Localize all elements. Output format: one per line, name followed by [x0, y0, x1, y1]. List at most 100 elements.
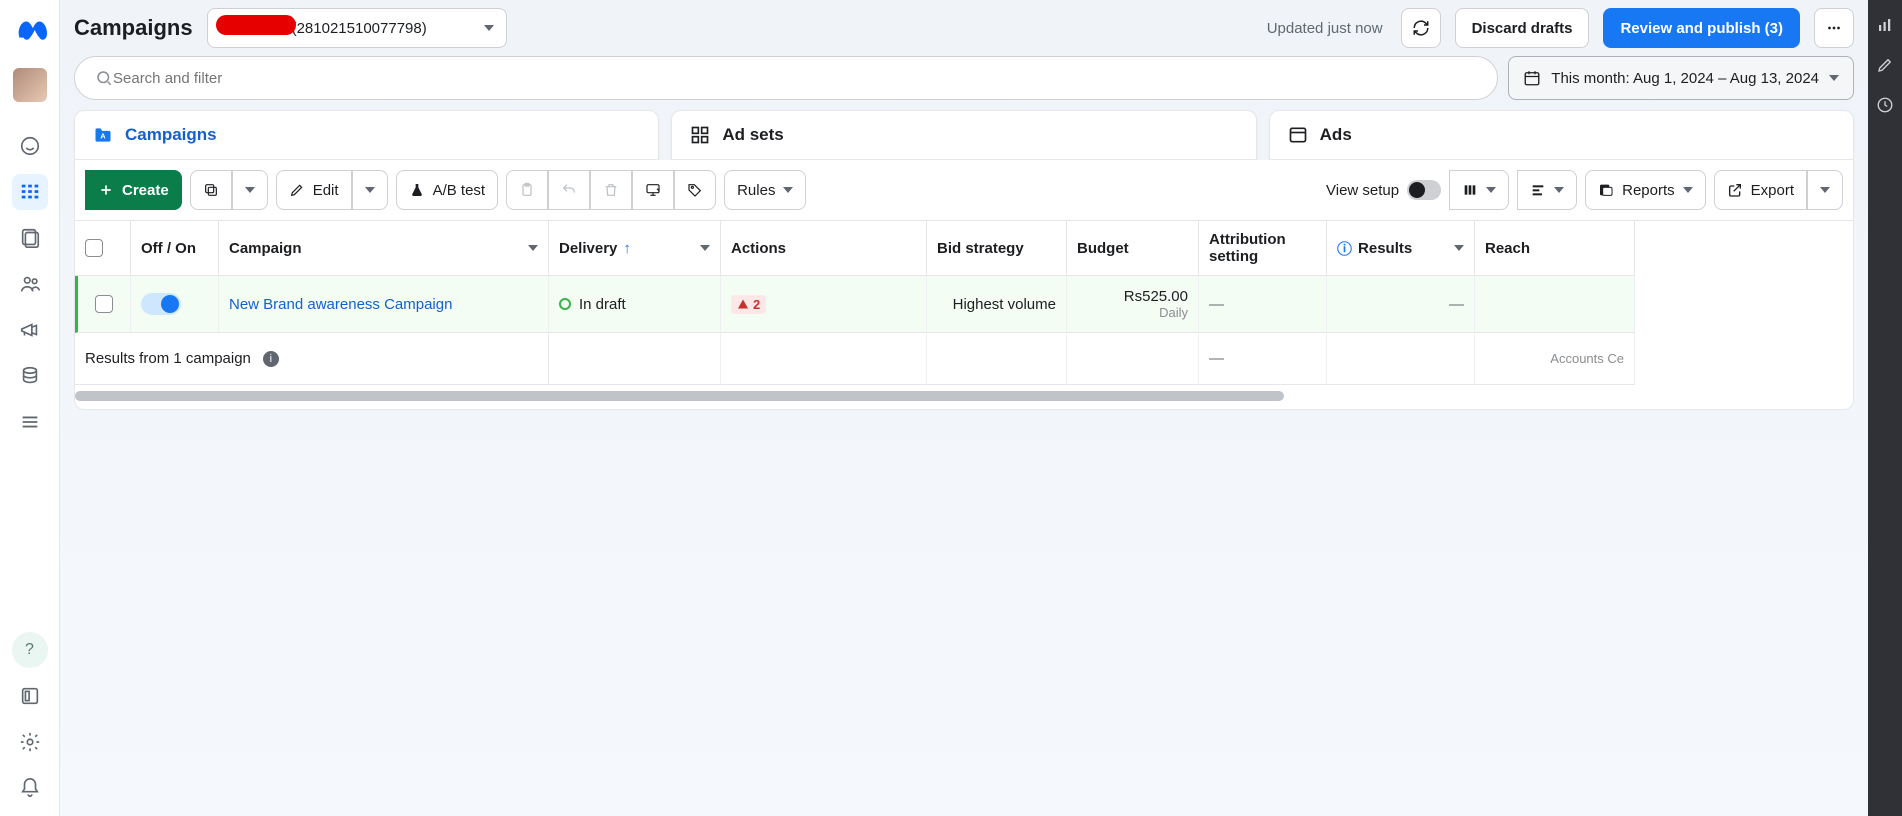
summary-delivery-cell: [549, 333, 721, 385]
search-input[interactable]: [113, 70, 1477, 87]
view-setup-toggle: View setup: [1326, 180, 1441, 200]
grid-icon: [690, 125, 710, 145]
col-attribution[interactable]: Attribution setting: [1199, 221, 1327, 276]
col-results[interactable]: ⓘResults: [1327, 221, 1475, 276]
nav-help-icon[interactable]: ?: [12, 632, 48, 668]
campaign-toggle[interactable]: [141, 293, 181, 315]
info-icon: ⓘ: [1337, 238, 1352, 259]
sort-asc-icon: ↑: [623, 240, 631, 257]
col-bid[interactable]: Bid strategy: [927, 221, 1067, 276]
row-delivery-cell: In draft: [549, 276, 721, 333]
row-checkbox-cell: [75, 276, 131, 333]
left-nav: ?: [0, 0, 60, 816]
nav-settings-icon[interactable]: [12, 724, 48, 760]
duplicate-more-button[interactable]: [232, 170, 268, 210]
summary-label-cell: Results from 1 campaigni: [75, 333, 549, 385]
chevron-down-icon[interactable]: [528, 245, 538, 251]
campaign-name-link[interactable]: New Brand awareness Campaign: [229, 296, 452, 313]
redacted-name: [216, 15, 296, 35]
review-publish-button[interactable]: Review and publish (3): [1603, 8, 1800, 48]
account-id: (281021510077798): [292, 20, 427, 37]
history-icon[interactable]: [1876, 96, 1894, 114]
info-icon[interactable]: i: [263, 351, 279, 367]
plus-icon: [98, 182, 114, 198]
calendar-icon: [1523, 69, 1541, 87]
paste-button[interactable]: [506, 170, 548, 210]
columns-button[interactable]: [1449, 170, 1509, 210]
search-filter-box[interactable]: [74, 56, 1498, 100]
nav-advertise-icon[interactable]: [12, 312, 48, 348]
refresh-button[interactable]: [1401, 8, 1441, 48]
nav-billing-icon[interactable]: [12, 358, 48, 394]
charts-icon[interactable]: [1876, 16, 1894, 34]
tab-ads[interactable]: Ads: [1269, 110, 1854, 160]
rules-button[interactable]: Rules: [724, 170, 806, 210]
date-range-label: This month: Aug 1, 2024 – Aug 13, 2024: [1551, 70, 1819, 87]
export-icon: [1727, 182, 1743, 198]
select-all-checkbox[interactable]: [85, 239, 103, 257]
col-delivery[interactable]: Delivery↑: [549, 221, 721, 276]
search-icon: [95, 69, 113, 87]
col-budget[interactable]: Budget: [1067, 221, 1199, 276]
col-actions[interactable]: Actions: [721, 221, 927, 276]
nav-menu-icon[interactable]: [12, 404, 48, 440]
warning-badge[interactable]: 2: [731, 295, 766, 314]
col-reach[interactable]: Reach: [1475, 221, 1635, 276]
right-rail: [1868, 0, 1902, 816]
tab-campaigns[interactable]: A Campaigns: [74, 110, 659, 160]
summary-results-cell: [1327, 333, 1475, 385]
col-offon[interactable]: Off / On: [131, 221, 219, 276]
action-toolbar: Create Edit A/B test: [75, 160, 1853, 220]
abtest-button[interactable]: A/B test: [396, 170, 499, 210]
chevron-down-icon[interactable]: [700, 245, 710, 251]
nav-campaigns-icon[interactable]: [12, 174, 48, 210]
nav-overview-icon[interactable]: [12, 128, 48, 164]
create-button[interactable]: Create: [85, 170, 182, 210]
row-budget-cell: Rs525.00Daily: [1067, 276, 1199, 333]
nav-notifications-icon[interactable]: [12, 770, 48, 806]
chevron-down-icon: [1683, 187, 1693, 193]
summary-bid-cell: [927, 333, 1067, 385]
preview-button[interactable]: [632, 170, 674, 210]
account-avatar[interactable]: [13, 68, 47, 102]
tag-button[interactable]: [674, 170, 716, 210]
nav-adsets-icon[interactable]: [12, 220, 48, 256]
tag-icon: [687, 182, 703, 198]
undo-button[interactable]: [548, 170, 590, 210]
summary-budget-cell: [1067, 333, 1199, 385]
nav-reports-icon[interactable]: [12, 678, 48, 714]
chevron-down-icon: [245, 187, 255, 193]
horizontal-scrollbar[interactable]: [75, 391, 1284, 401]
chevron-down-icon: [1486, 187, 1496, 193]
reports-button[interactable]: Reports: [1585, 170, 1706, 210]
account-selector[interactable]: (281021510077798): [207, 8, 507, 48]
more-options-button[interactable]: [1814, 8, 1854, 48]
export-more-button[interactable]: [1807, 170, 1843, 210]
preview-icon: [645, 182, 661, 198]
campaign-table: Off / On Campaign Delivery↑ Actions Bid …: [75, 220, 1853, 409]
search-row: This month: Aug 1, 2024 – Aug 13, 2024: [60, 56, 1868, 110]
chevron-down-icon: [783, 187, 793, 193]
col-campaign[interactable]: Campaign: [219, 221, 549, 276]
row-checkbox[interactable]: [95, 295, 113, 313]
breakdown-button[interactable]: [1517, 170, 1577, 210]
edit-more-button[interactable]: [352, 170, 388, 210]
clipboard-icon: [519, 182, 535, 198]
svg-text:A: A: [100, 131, 106, 140]
warning-icon: [737, 298, 749, 310]
row-bid-cell: Highest volume: [927, 276, 1067, 333]
folder-icon: A: [93, 125, 113, 145]
edit-rail-icon[interactable]: [1876, 56, 1894, 74]
nav-audiences-icon[interactable]: [12, 266, 48, 302]
reports-icon: [1598, 182, 1614, 198]
discard-drafts-button[interactable]: Discard drafts: [1455, 8, 1590, 48]
delete-button[interactable]: [590, 170, 632, 210]
export-button[interactable]: Export: [1714, 170, 1807, 210]
date-range-picker[interactable]: This month: Aug 1, 2024 – Aug 13, 2024: [1508, 56, 1854, 100]
view-setup-switch[interactable]: [1407, 180, 1441, 200]
duplicate-button[interactable]: [190, 170, 232, 210]
chevron-down-icon[interactable]: [1454, 245, 1464, 251]
tab-adsets[interactable]: Ad sets: [671, 110, 1256, 160]
edit-button[interactable]: Edit: [276, 170, 352, 210]
summary-actions-cell: [721, 333, 927, 385]
